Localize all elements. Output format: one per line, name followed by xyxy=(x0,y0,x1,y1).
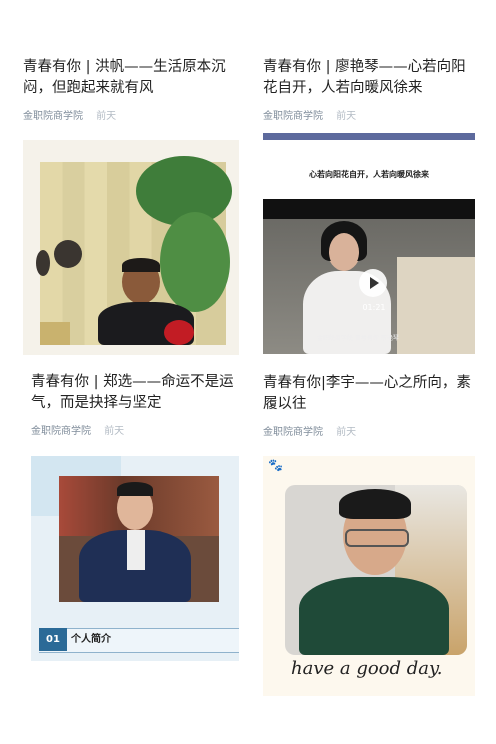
article-meta: 金职院商学院 前天 xyxy=(263,423,478,438)
cover-photo xyxy=(59,476,219,602)
person-hair xyxy=(122,258,160,272)
article-6-cover[interactable]: 🐾 have a good day. xyxy=(263,456,475,696)
person-hair xyxy=(339,489,411,519)
video-duration: 01:21 xyxy=(362,303,386,312)
section-number: 01 xyxy=(39,628,67,651)
article-time: 前天 xyxy=(336,111,357,122)
article-meta: 金职院商学院 前天 xyxy=(23,107,235,122)
article-source: 金职院商学院 xyxy=(263,427,323,438)
wall-decoration xyxy=(36,250,50,276)
article-1-text[interactable]: 青春有你 | 洪帆——生活原本沉闷，但跑起来就有风 金职院商学院 前天 xyxy=(23,57,235,122)
article-time: 前天 xyxy=(96,111,117,122)
article-5-cover[interactable]: 01 个人简介 xyxy=(31,456,239,661)
script-text: have a good day. xyxy=(291,658,443,679)
article-4-text[interactable]: 青春有你|李宇——心之所向，素履以往 金职院商学院 前天 xyxy=(263,373,478,438)
article-source: 金职院商学院 xyxy=(263,111,323,122)
video-topband xyxy=(263,199,475,219)
article-meta: 金职院商学院 前天 xyxy=(31,422,241,437)
person-hair xyxy=(117,482,153,496)
article-time: 前天 xyxy=(104,426,125,437)
article-source: 金职院商学院 xyxy=(31,426,91,437)
article-3-text[interactable]: 青春有你 | 郑选——命运不是运气，而是抉择与坚定 金职院商学院 前天 xyxy=(31,372,241,437)
section-label: 个人简介 xyxy=(71,634,111,645)
paw-icon: 🐾 xyxy=(268,458,283,472)
glasses xyxy=(345,529,409,547)
article-title[interactable]: 青春有你 | 郑选——命运不是运气，而是抉择与坚定 xyxy=(31,372,241,414)
video-player[interactable]: 01:21 金职院商学院 青春有你 廖艳琴 xyxy=(263,199,475,354)
person-shirt xyxy=(127,530,145,570)
person-face xyxy=(329,233,359,271)
flower-pot xyxy=(40,322,70,345)
article-title[interactable]: 青春有你|李宇——心之所向，素履以往 xyxy=(263,373,478,415)
cover-photo xyxy=(36,156,232,345)
article-title[interactable]: 青春有你 | 洪帆——生活原本沉闷，但跑起来就有风 xyxy=(23,57,235,99)
article-3-cover[interactable] xyxy=(23,140,239,355)
rose xyxy=(164,320,194,345)
article-2-text[interactable]: 青春有你 | 廖艳琴——心若向阳花自开，人若向暖风徐来 金职院商学院 前天 xyxy=(263,57,478,122)
article-time: 前天 xyxy=(336,427,357,438)
cover-caption: 心若向阳花自开，人若向暖风徐来 xyxy=(309,170,429,179)
article-source: 金职院商学院 xyxy=(23,111,83,122)
article-title[interactable]: 青春有你 | 廖艳琴——心若向阳花自开，人若向暖风徐来 xyxy=(263,57,478,99)
section-bar xyxy=(39,628,239,653)
cover-photo xyxy=(285,485,467,655)
video-subtitle: 金职院商学院 青春有你 廖艳琴 xyxy=(317,335,399,342)
article-meta: 金职院商学院 前天 xyxy=(263,107,478,122)
accent-bar xyxy=(263,133,475,140)
plant-leaves xyxy=(160,212,230,312)
article-4-cover[interactable]: 心若向阳花自开，人若向暖风徐来 01:21 金职院商学院 青春有你 廖艳琴 xyxy=(263,133,475,355)
person-body xyxy=(299,577,449,655)
play-icon[interactable] xyxy=(359,269,387,297)
wall-decoration xyxy=(54,240,82,268)
background-pillow xyxy=(397,257,475,354)
